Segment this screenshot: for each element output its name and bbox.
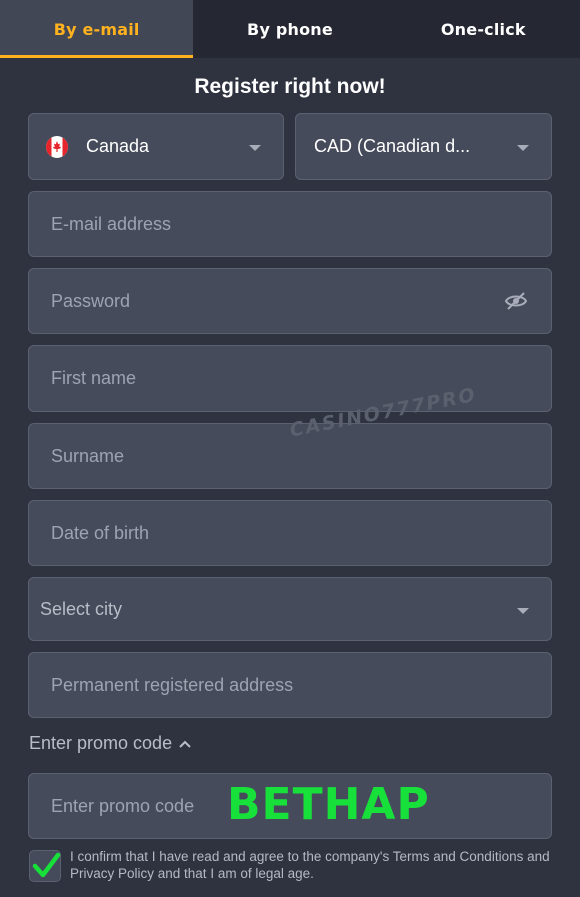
registration-tabs: By e-mail By phone One-click: [0, 0, 580, 58]
terms-checkbox[interactable]: [29, 850, 61, 882]
checkmark-icon: [31, 851, 61, 886]
promo-code-placeholder: Enter promo code: [51, 795, 195, 816]
canada-flag-icon: [46, 136, 68, 158]
tab-one-click[interactable]: One-click: [387, 0, 580, 58]
chevron-down-icon: [517, 145, 529, 151]
password-field[interactable]: Password: [28, 268, 552, 334]
email-field[interactable]: E-mail address: [28, 191, 552, 257]
eye-slash-icon[interactable]: [504, 291, 528, 316]
tab-by-email[interactable]: By e-mail: [0, 0, 194, 58]
email-placeholder: E-mail address: [51, 213, 172, 234]
city-value: Select city: [40, 598, 123, 619]
country-select[interactable]: Canada: [28, 113, 284, 180]
promo-code-toggle[interactable]: Enter promo code: [29, 733, 192, 754]
country-value: Canada: [86, 136, 150, 156]
address-placeholder: Permanent registered address: [51, 674, 294, 695]
password-placeholder: Password: [51, 290, 131, 311]
chevron-down-icon: [249, 145, 261, 151]
date-of-birth-placeholder: Date of birth: [51, 522, 150, 543]
form-title: Register right now!: [194, 75, 386, 98]
city-select[interactable]: Select city: [28, 577, 552, 641]
chevron-up-icon: [178, 733, 192, 754]
chevron-down-icon: [517, 608, 529, 614]
promo-toggle-label: Enter promo code: [29, 733, 173, 753]
surname-placeholder: Surname: [51, 445, 125, 466]
terms-text: I confirm that I have read and agree to …: [70, 849, 550, 881]
currency-select[interactable]: CAD (Canadian d...: [295, 113, 552, 180]
first-name-placeholder: First name: [51, 368, 137, 388]
date-of-birth-field[interactable]: Date of birth: [28, 500, 552, 566]
tab-by-phone[interactable]: By phone: [193, 0, 386, 58]
promo-code-overlay: BETHAP: [227, 779, 430, 830]
currency-value: CAD (Canadian d...: [314, 136, 471, 156]
address-field[interactable]: Permanent registered address: [28, 652, 552, 718]
